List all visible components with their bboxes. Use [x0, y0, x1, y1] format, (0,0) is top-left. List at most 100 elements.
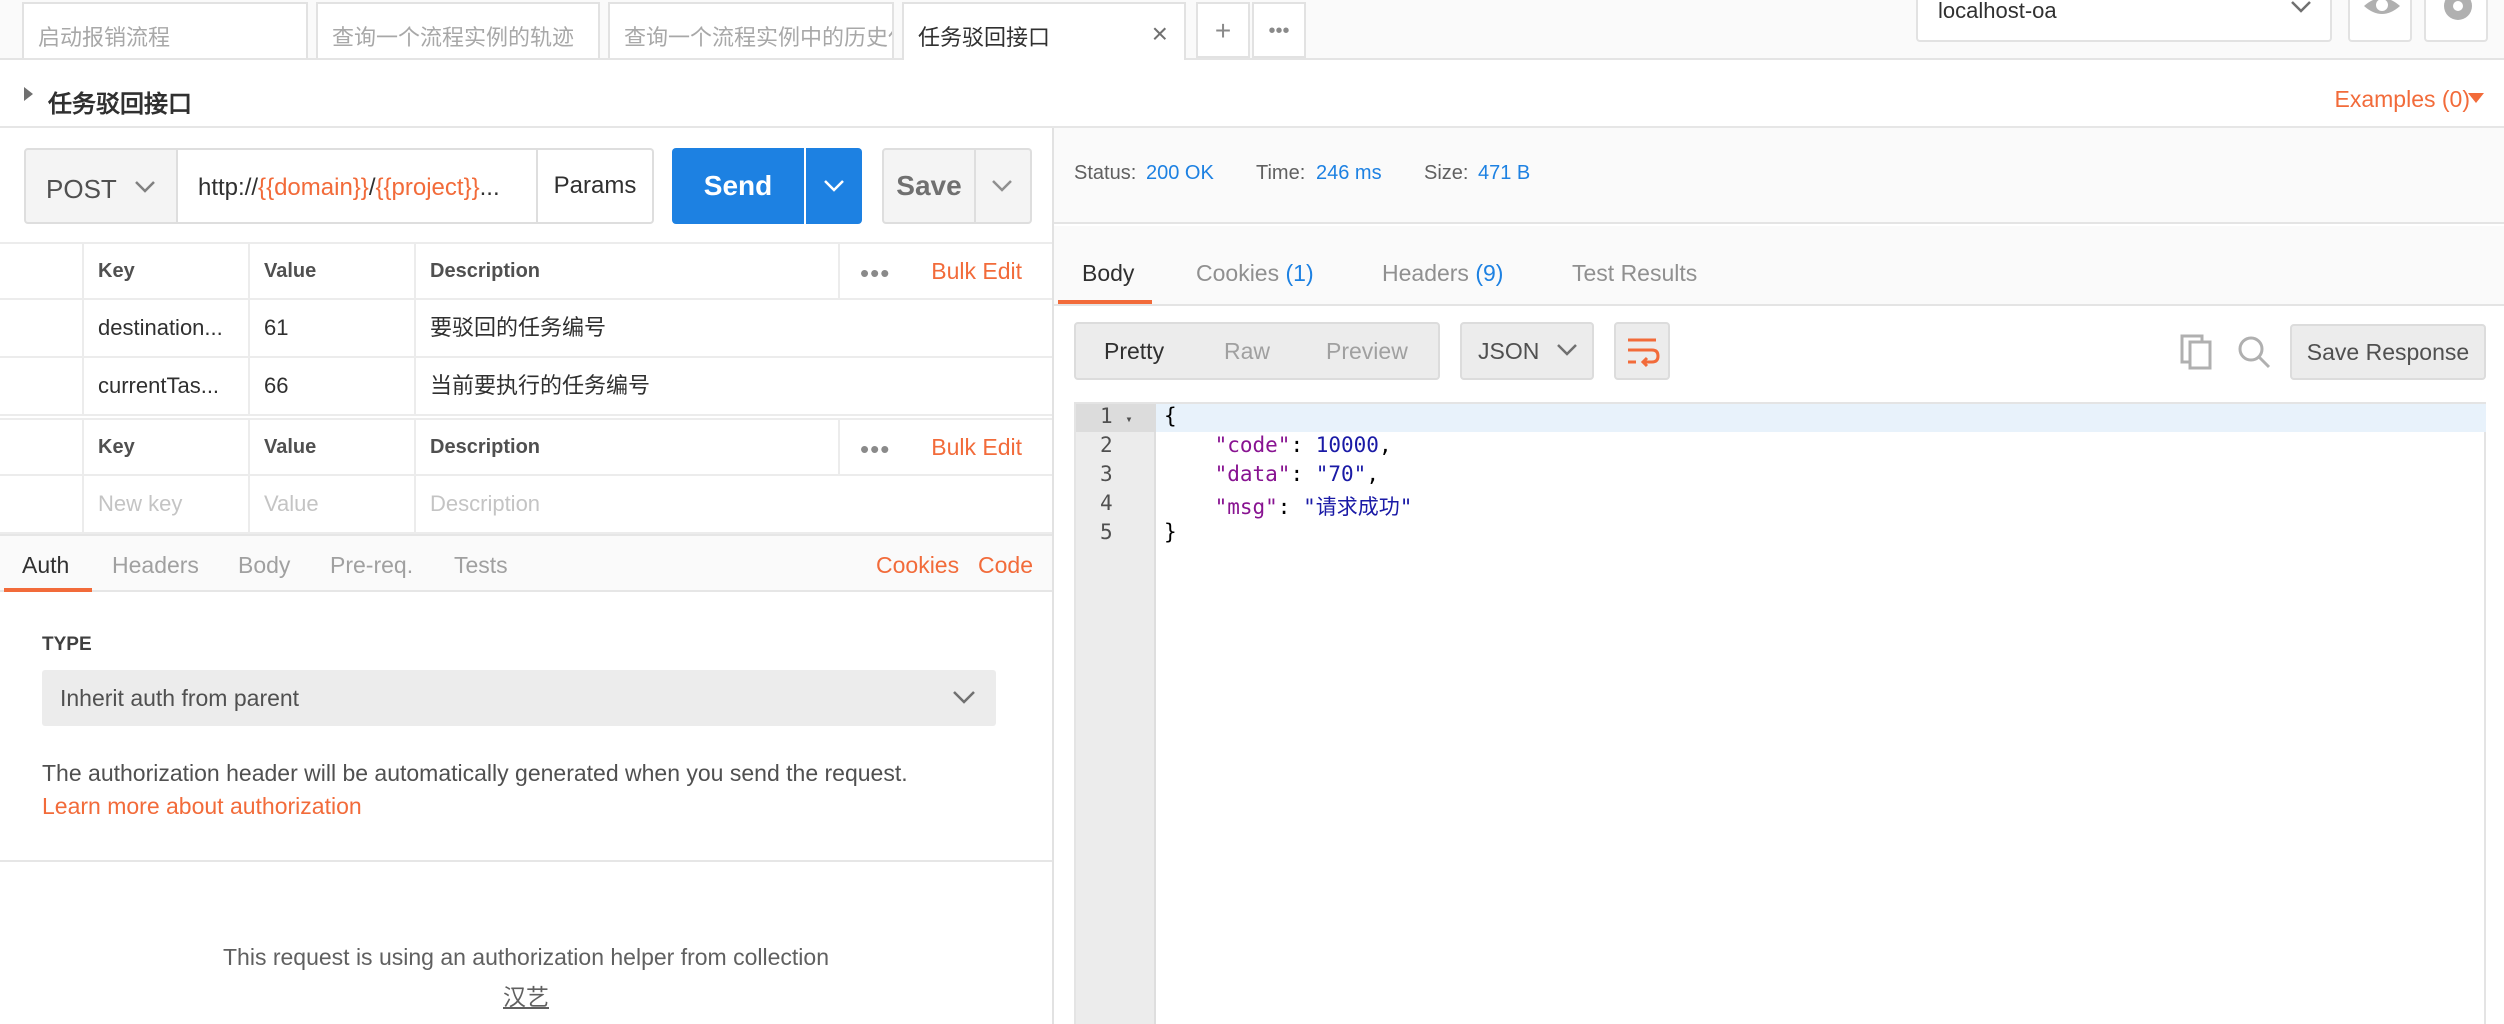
chevron-down-icon	[953, 691, 975, 704]
section-divider	[0, 860, 1052, 862]
param-key[interactable]: currentTas...	[82, 358, 248, 414]
save-response-button[interactable]: Save Response	[2290, 324, 2486, 380]
examples-dropdown[interactable]: Examples (0)	[2335, 86, 2470, 113]
wrap-lines-icon	[1628, 338, 1660, 368]
response-status-bar: Status: 200 OK Time: 246 ms Size: 471 B	[1054, 128, 2504, 224]
new-param-row: New key Value Description	[0, 476, 1052, 534]
tab-auth[interactable]: Auth	[22, 552, 69, 579]
gear-icon	[2444, 0, 2472, 20]
status-value[interactable]: 200 OK	[1146, 162, 1214, 185]
tab-label: 查询一个流程实例的轨迹	[332, 25, 575, 50]
caret-down-icon	[2468, 93, 2484, 103]
auth-type-label: TYPE	[42, 634, 92, 655]
param-description[interactable]: 要驳回的任务编号	[414, 300, 1052, 356]
table-header-row: Key Value Description ••• Bulk Edit	[0, 418, 1052, 476]
tab-label: 启动报销流程	[38, 25, 171, 50]
settings-button[interactable]	[2424, 0, 2488, 42]
raw-view-button[interactable]: Raw	[1224, 338, 1270, 365]
line-number: 4	[1100, 491, 1113, 515]
collection-link-row: 汉艺	[0, 978, 1052, 1012]
time-value[interactable]: 246 ms	[1316, 162, 1382, 185]
param-key[interactable]: destination...	[82, 300, 248, 356]
bulk-edit-link[interactable]: Bulk Edit	[931, 258, 1022, 285]
active-tab-indicator	[4, 588, 92, 592]
size-value[interactable]: 471 B	[1478, 162, 1530, 185]
time-label: Time:	[1256, 162, 1306, 184]
response-tabs: Body Cookies (1) Headers (9) Test Result…	[1054, 226, 2504, 306]
more-tabs-button[interactable]: •••	[1252, 2, 1306, 58]
preview-view-button[interactable]: Preview	[1326, 338, 1408, 365]
request-tab[interactable]: 查询一个流程实例中的历史任	[608, 2, 894, 58]
request-title: 任务驳回接口	[48, 91, 192, 118]
tab-pre-request[interactable]: Pre-req.	[330, 552, 413, 579]
request-tab[interactable]: 启动报销流程	[22, 2, 308, 58]
environment-select[interactable]: localhost-oa	[1916, 0, 2332, 42]
bulk-edit-link[interactable]: Bulk Edit	[931, 434, 1022, 461]
json-key: "msg"	[1214, 495, 1278, 519]
tab-response-cookies[interactable]: Cookies (1)	[1196, 260, 1314, 287]
tab-response-body[interactable]: Body	[1082, 260, 1134, 287]
wrap-lines-button[interactable]	[1614, 322, 1670, 380]
active-tab-indicator	[1058, 300, 1152, 304]
json-punct: ,	[1366, 462, 1379, 486]
json-value: "70"	[1315, 462, 1367, 486]
pretty-view-button[interactable]: Pretty	[1104, 338, 1164, 365]
headers-count-badge: (9)	[1475, 260, 1504, 286]
url-text: ...	[479, 174, 500, 201]
param-value[interactable]: 66	[248, 358, 414, 414]
param-description[interactable]: 当前要执行的任务编号	[414, 358, 1052, 414]
new-description-input[interactable]: Description	[414, 476, 1052, 532]
table-header-row: Key Value Description ••• Bulk Edit	[0, 242, 1052, 300]
request-tab-active[interactable]: 任务驳回接口 ×	[902, 2, 1186, 60]
params-button[interactable]: Params	[538, 148, 654, 224]
copy-icon[interactable]	[2178, 332, 2214, 372]
more-options-icon[interactable]: •••	[860, 434, 890, 465]
size-label: Size:	[1424, 162, 1469, 184]
new-key-input[interactable]: New key	[82, 476, 248, 532]
collection-link[interactable]: 汉艺	[503, 984, 549, 1010]
request-tab[interactable]: 查询一个流程实例的轨迹	[316, 2, 600, 58]
format-select[interactable]: JSON	[1460, 322, 1594, 380]
search-icon[interactable]	[2236, 332, 2272, 372]
send-options-button[interactable]	[806, 148, 862, 224]
chevron-down-icon	[992, 180, 1012, 192]
environment-label: localhost-oa	[1938, 0, 2057, 23]
auth-type-select[interactable]: Inherit auth from parent	[42, 670, 996, 726]
cookies-link[interactable]: Cookies	[876, 552, 959, 579]
expand-caret-icon[interactable]	[24, 87, 33, 101]
tab-tests[interactable]: Tests	[454, 552, 508, 579]
header-separator	[838, 244, 840, 300]
new-tab-button[interactable]: +	[1196, 2, 1250, 58]
close-tab-icon[interactable]: ×	[1152, 18, 1168, 50]
chevron-down-icon	[1557, 344, 1577, 356]
view-mode-group: Pretty Raw Preview	[1074, 322, 1440, 380]
url-text: http://	[198, 174, 259, 201]
fold-caret-icon[interactable]: ▾	[1125, 412, 1132, 426]
tab-test-results[interactable]: Test Results	[1572, 260, 1697, 287]
tab-body[interactable]: Body	[238, 552, 290, 579]
chevron-down-icon	[824, 180, 844, 192]
line-number: 2	[1100, 433, 1113, 457]
json-value: "请求成功"	[1303, 495, 1413, 519]
learn-more-auth-link[interactable]: Learn more about authorization	[42, 793, 362, 820]
url-input[interactable]: http://{{domain}}/{{project}}...	[178, 148, 538, 224]
eye-icon	[2364, 0, 2400, 14]
quick-look-button[interactable]	[2348, 0, 2412, 42]
column-header-key: Key	[82, 420, 248, 474]
header-separator	[838, 420, 840, 476]
save-button[interactable]: Save	[882, 148, 976, 224]
method-select[interactable]: POST	[24, 148, 178, 224]
url-variable: {{domain}}	[258, 174, 369, 201]
param-value[interactable]: 61	[248, 300, 414, 356]
tab-response-headers[interactable]: Headers (9)	[1382, 260, 1503, 287]
save-options-button[interactable]	[976, 148, 1032, 224]
tab-headers[interactable]: Headers	[112, 552, 199, 579]
chevron-down-icon	[135, 181, 155, 193]
request-name-row: 任务驳回接口 Examples (0)	[0, 60, 2504, 128]
send-button[interactable]: Send	[672, 148, 804, 224]
more-options-icon[interactable]: •••	[860, 258, 890, 289]
code-link[interactable]: Code	[978, 552, 1033, 579]
response-body-editor[interactable]: 1 ▾ 2 3 4 5 { "code": 10000, "data": "70…	[1074, 402, 2486, 1024]
new-value-input[interactable]: Value	[248, 476, 414, 532]
code-line: }	[1164, 520, 1177, 544]
